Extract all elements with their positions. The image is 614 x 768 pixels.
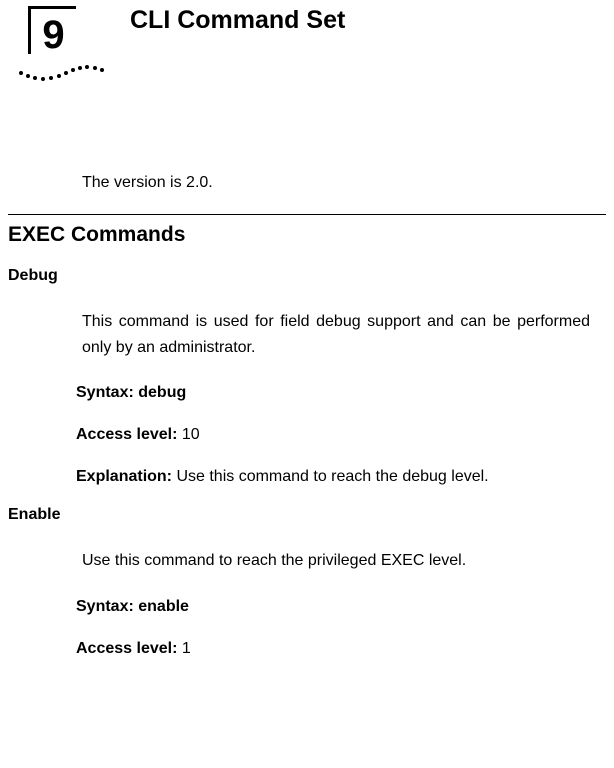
syntax-line-enable: Syntax: enable [76, 598, 590, 616]
section-heading: EXEC Commands [8, 223, 614, 247]
access-value: 10 [182, 426, 200, 443]
command-heading-enable: Enable [8, 506, 614, 524]
access-line-debug: Access level: 10 [76, 426, 590, 444]
chapter-dots-decoration [14, 50, 110, 80]
chapter-badge: 9 [18, 6, 88, 66]
command-description-enable: Use this command to reach the privileged… [82, 548, 590, 574]
explanation-label: Explanation: [76, 468, 176, 485]
chapter-number-box: 9 [28, 6, 76, 54]
command-description-debug: This command is used for field debug sup… [82, 309, 590, 360]
syntax-line-debug: Syntax: debug [76, 384, 590, 402]
version-text: The version is 2.0. [82, 174, 614, 192]
syntax-label: Syntax: [76, 598, 138, 615]
explanation-line-debug: Explanation: Use this command to reach t… [76, 468, 590, 486]
chapter-number: 9 [42, 15, 64, 55]
access-value: 1 [182, 640, 191, 657]
section-divider [8, 214, 606, 215]
access-line-enable: Access level: 1 [76, 640, 590, 658]
chapter-header: 9 CLI Command Set [18, 6, 614, 66]
syntax-value: debug [138, 384, 186, 401]
syntax-label: Syntax: [76, 384, 138, 401]
explanation-value: Use this command to reach the debug leve… [176, 468, 488, 485]
access-label: Access level: [76, 640, 182, 657]
chapter-title: CLI Command Set [130, 6, 345, 35]
access-label: Access level: [76, 426, 182, 443]
syntax-value: enable [138, 598, 189, 615]
command-heading-debug: Debug [8, 267, 614, 285]
